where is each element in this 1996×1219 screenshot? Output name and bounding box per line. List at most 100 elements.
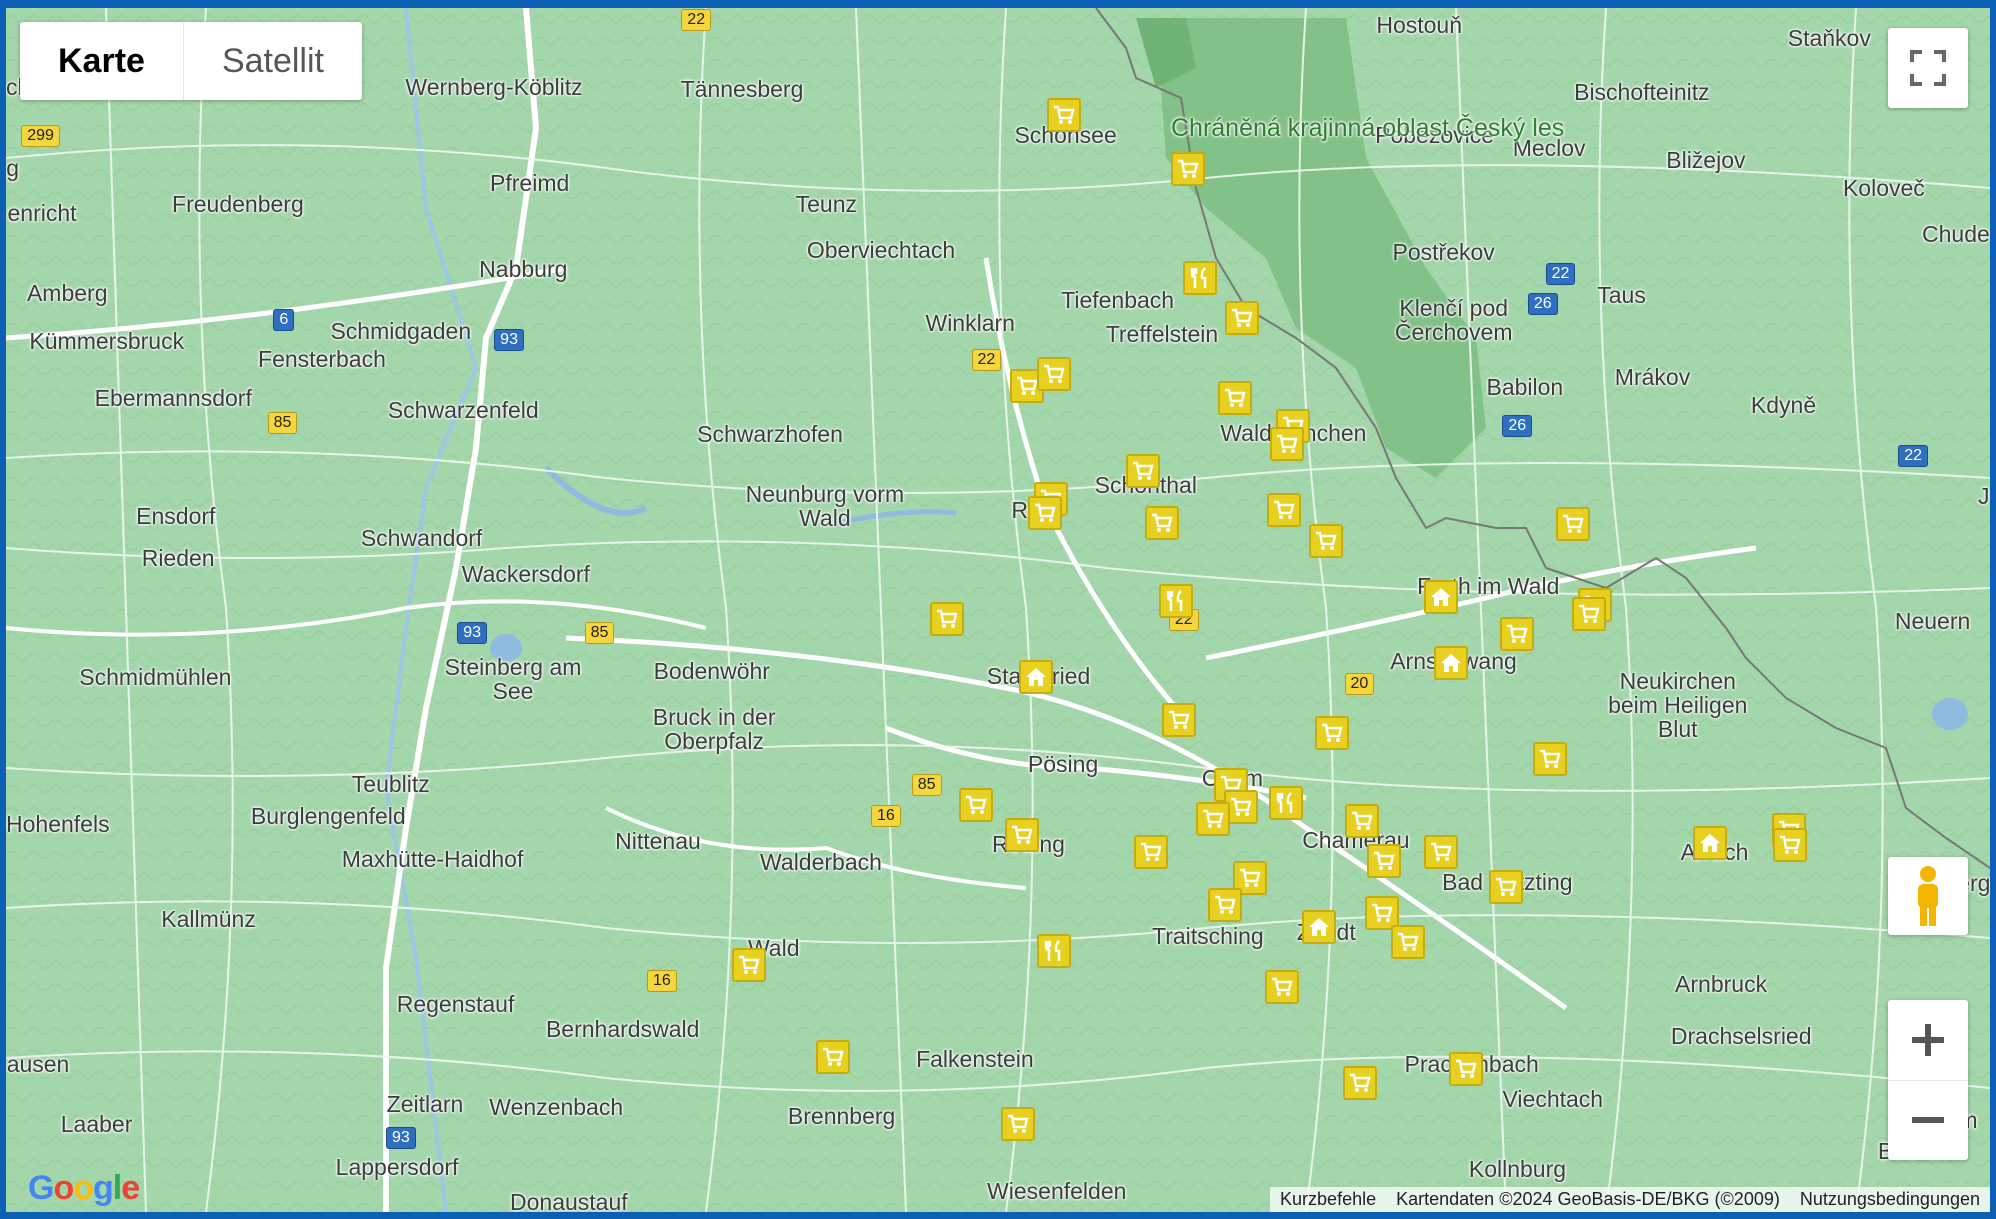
cart-icon [1231, 797, 1252, 817]
place-label: g [6, 155, 20, 182]
road-shield: 16 [870, 804, 901, 827]
shop-marker[interactable] [1423, 834, 1458, 869]
shop-marker[interactable] [1366, 843, 1401, 878]
restaurant-marker[interactable] [1037, 933, 1071, 968]
shop-marker[interactable] [731, 947, 766, 982]
place-label: Donaustauf [510, 1188, 628, 1212]
lodging-marker[interactable] [1434, 646, 1469, 681]
keyboard-shortcuts-link[interactable]: Kurzbefehle [1270, 1187, 1387, 1212]
cart-icon [1372, 903, 1393, 922]
place-label: Ensdorf [136, 502, 216, 529]
zoom-out-button[interactable] [1888, 1081, 1968, 1161]
place-label: Mrákov [1614, 363, 1691, 390]
place-label: Burglengenfeld [250, 802, 406, 829]
shop-marker[interactable] [930, 601, 965, 636]
shop-marker[interactable] [1217, 381, 1252, 416]
place-label: Ebermannsdorf [94, 385, 252, 412]
lodging-marker[interactable] [1019, 660, 1054, 695]
shop-marker[interactable] [1170, 152, 1205, 187]
lodging-marker[interactable] [1301, 909, 1336, 944]
restaurant-marker[interactable] [1183, 260, 1218, 295]
road-shield: 16 [646, 970, 677, 993]
map-canvas[interactable]: Hostouň Staňkov Wernberg-Köblitz Tännesberg… [6, 8, 1990, 1212]
cart-icon [1168, 711, 1190, 730]
place-label: Treffelstein [1105, 320, 1219, 347]
place-label: Taus [1597, 282, 1646, 309]
shop-marker[interactable] [1133, 834, 1168, 869]
place-label: Wernberg-Köblitz [405, 73, 583, 100]
zoom-control [1888, 1000, 1968, 1160]
place-label: Postřekov [1392, 239, 1495, 266]
cart-icon [1133, 461, 1154, 480]
shop-marker[interactable] [1161, 703, 1196, 738]
shop-marker[interactable] [1264, 969, 1299, 1004]
zoom-in-button[interactable] [1888, 1000, 1968, 1081]
house-icon [1026, 668, 1047, 687]
fullscreen-button[interactable] [1888, 28, 1968, 108]
lodging-marker[interactable] [1692, 825, 1727, 860]
map-type-map-button[interactable]: Karte [20, 22, 184, 100]
restaurant-marker[interactable] [1268, 786, 1303, 821]
place-label: Kollnburg [1468, 1155, 1567, 1182]
cart-icon [1495, 878, 1517, 897]
place-label: Hohenfels [6, 810, 110, 837]
shop-marker[interactable] [1556, 507, 1591, 542]
street-view-pegman[interactable] [1888, 857, 1968, 935]
shop-marker[interactable] [1037, 357, 1071, 392]
place-label: Fensterbach [258, 345, 386, 372]
place-label: Drachselsried [1670, 1023, 1812, 1050]
terms-link[interactable]: Nutzungsbedingungen [1789, 1187, 1990, 1212]
shop-marker[interactable] [1005, 818, 1040, 853]
shop-marker[interactable] [1500, 616, 1535, 651]
shop-marker[interactable] [1267, 493, 1302, 528]
place-label: Lappersdorf [335, 1154, 459, 1181]
protected-area-label: Chráněná krajinná oblast Český les [1171, 114, 1565, 142]
cart-icon [1430, 842, 1452, 861]
shop-marker[interactable] [1207, 888, 1242, 923]
cart-icon [1017, 376, 1038, 395]
cart-icon [1779, 836, 1801, 855]
place-label: Falkenstein [916, 1046, 1034, 1073]
shop-marker[interactable] [959, 787, 994, 822]
place-label: Bodenwöhr [653, 657, 770, 684]
cart-icon [966, 795, 987, 814]
shop-marker[interactable] [1028, 496, 1063, 530]
place-label: Bruck in der Oberpfalz [652, 703, 776, 754]
shop-marker[interactable] [1269, 427, 1304, 462]
road-shield: 93 [494, 328, 524, 351]
shop-marker[interactable] [1533, 741, 1568, 776]
shop-marker[interactable] [1345, 804, 1380, 839]
place-label: Steinberg am See [444, 654, 582, 705]
map-type-satellite-button[interactable]: Satellit [184, 22, 362, 100]
pegman-icon [1918, 866, 1938, 926]
shop-marker[interactable] [1314, 716, 1349, 751]
shop-marker[interactable] [1126, 453, 1161, 488]
shop-marker[interactable] [1047, 97, 1082, 132]
road-shield: 26 [1527, 293, 1558, 316]
shop-marker[interactable] [1772, 828, 1807, 863]
restaurant-marker[interactable] [1159, 583, 1194, 618]
shop-marker[interactable] [1390, 924, 1425, 959]
shop-marker[interactable] [1571, 596, 1606, 631]
place-label: Babilon [1486, 373, 1564, 400]
shop-marker[interactable] [1488, 870, 1523, 905]
cart-icon [937, 609, 958, 628]
shop-marker[interactable] [1449, 1052, 1484, 1087]
place-label: Zeitlarn [386, 1090, 464, 1117]
cart-icon [1044, 365, 1065, 384]
cart-icon [1316, 531, 1337, 550]
shop-marker[interactable] [1342, 1066, 1377, 1101]
cart-icon [1035, 503, 1056, 522]
shop-marker[interactable] [815, 1039, 850, 1074]
shop-marker[interactable] [1196, 801, 1231, 836]
road-shield: 299 [21, 125, 60, 148]
top-border [0, 0, 1996, 8]
cart-icon [1224, 389, 1246, 408]
lodging-marker[interactable] [1423, 580, 1458, 615]
fork-knife-icon [1276, 792, 1292, 814]
shop-marker[interactable] [1225, 301, 1260, 336]
shop-marker[interactable] [1001, 1107, 1036, 1142]
shop-marker[interactable] [1145, 506, 1180, 541]
shop-marker[interactable] [1309, 524, 1344, 558]
road-shield: 22 [1545, 262, 1576, 285]
